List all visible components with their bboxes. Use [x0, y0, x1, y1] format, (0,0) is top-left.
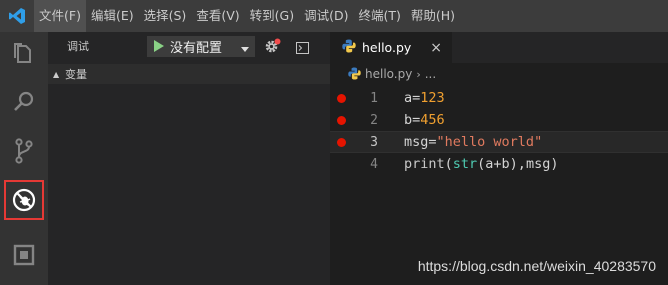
line-number: 4	[370, 156, 378, 172]
code-text: b=456	[404, 112, 445, 128]
watermark-text: https://blog.csdn.net/weixin_40283570	[417, 258, 656, 274]
menu-terminal[interactable]: 终端(T)	[353, 0, 405, 32]
editor-group: hello.py × hello.py › ... 1 a=123 2 b=45…	[330, 32, 668, 285]
debug-console-icon[interactable]	[296, 39, 309, 58]
tab-hello-py[interactable]: hello.py ×	[330, 32, 452, 63]
variables-section-label: 变量	[65, 68, 87, 81]
extensions-icon[interactable]	[6, 237, 42, 273]
chevron-down-icon	[241, 37, 249, 56]
menu-view[interactable]: 查看(V)	[191, 0, 244, 32]
gear-icon[interactable]	[264, 38, 281, 58]
breadcrumb: hello.py › ...	[330, 63, 668, 85]
code-text: a=123	[404, 90, 445, 106]
menu-debug[interactable]: 调试(D)	[299, 0, 353, 32]
breakpoint-icon[interactable]	[337, 116, 346, 125]
collapse-arrow-icon: ▲	[53, 69, 60, 79]
breadcrumb-file[interactable]: hello.py	[365, 67, 412, 81]
debug-view-title: 调试	[67, 40, 89, 53]
breakpoint-icon[interactable]	[337, 94, 346, 103]
close-icon[interactable]: ×	[430, 40, 442, 56]
tab-label: hello.py	[362, 40, 412, 55]
debug-sidebar: 调试 没有配置 ▲ 变量	[48, 32, 330, 285]
menu-file[interactable]: 文件(F)	[34, 0, 86, 32]
debug-config-label: 没有配置	[170, 41, 223, 56]
variables-section-header[interactable]: ▲ 变量	[48, 64, 330, 84]
debug-icon[interactable]	[4, 180, 44, 220]
source-control-icon[interactable]	[6, 133, 42, 169]
vscode-logo-icon	[0, 0, 34, 32]
breadcrumb-more[interactable]: ...	[425, 67, 436, 81]
code-area[interactable]: 1 a=123 2 b=456 3 msg="hello world" 4 pr…	[330, 87, 668, 175]
menu-bar: 文件(F) 编辑(E) 选择(S) 查看(V) 转到(G) 调试(D) 终端(T…	[0, 0, 668, 32]
line-number: 2	[370, 112, 378, 128]
code-line: 2 b=456	[330, 109, 668, 131]
menu-goto[interactable]: 转到(G)	[245, 0, 299, 32]
line-number: 1	[370, 90, 378, 106]
code-line: 1 a=123	[330, 87, 668, 109]
python-file-icon	[348, 65, 361, 84]
tab-bar: hello.py ×	[330, 32, 668, 63]
python-file-icon	[342, 38, 356, 57]
line-number: 3	[370, 134, 378, 150]
menu-selection[interactable]: 选择(S)	[139, 0, 192, 32]
debug-config-select[interactable]: 没有配置	[147, 36, 255, 57]
menu-edit[interactable]: 编辑(E)	[86, 0, 139, 32]
menu-help[interactable]: 帮助(H)	[406, 0, 460, 32]
code-line: 4 print(str(a+b),msg)	[330, 153, 668, 175]
files-icon[interactable]	[6, 36, 42, 72]
debug-toolbar: 调试 没有配置	[48, 32, 330, 60]
breadcrumb-separator: ›	[416, 67, 421, 81]
start-debugging-icon[interactable]	[153, 37, 164, 56]
breakpoint-icon[interactable]	[337, 138, 346, 147]
code-line-current: 3 msg="hello world"	[330, 131, 668, 153]
code-text: print(str(a+b),msg)	[404, 156, 559, 172]
code-text: msg="hello world"	[404, 134, 543, 150]
activity-bar	[0, 32, 48, 285]
search-icon[interactable]	[6, 84, 42, 120]
